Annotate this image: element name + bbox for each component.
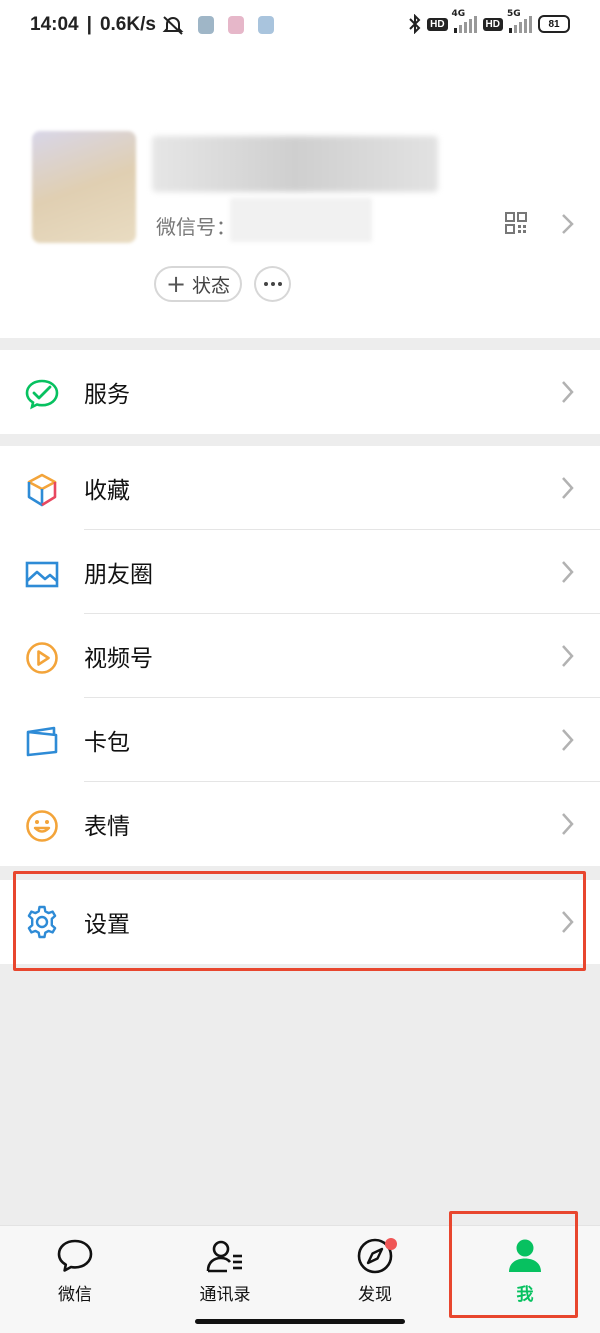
network-speed: 0.6K/s [99, 14, 156, 35]
chevron-right-icon [562, 477, 574, 499]
chat-bubble-icon [57, 1239, 93, 1272]
home-indicator[interactable] [195, 1319, 405, 1324]
chevron-right-icon [562, 214, 574, 234]
channels-play-icon [26, 642, 58, 674]
menu-group-main: 收藏 朋友圈 视频号 卡包 表情 [0, 446, 600, 866]
menu-item-label: 表情 [84, 814, 130, 840]
wechat-id-label: 微信号： [156, 215, 236, 239]
menu-item-label: 服务 [84, 382, 130, 408]
nickname-blurred [152, 136, 438, 192]
menu-item-label: 朋友圈 [84, 562, 153, 588]
tab-label: 发现 [358, 1285, 392, 1305]
app-notification-icon [257, 16, 274, 34]
app-notification-icon [227, 16, 244, 34]
status-time: 14:04 [30, 14, 79, 35]
notification-dot [385, 1238, 397, 1250]
status-bar: 14:04 | 0.6K/s HD 4G HD 5G 81 [0, 0, 600, 56]
tab-label: 微信 [58, 1285, 92, 1305]
more-dots-icon [263, 282, 268, 286]
avatar[interactable] [32, 131, 136, 243]
favorites-cube-icon [27, 473, 57, 507]
chevron-right-icon [562, 561, 574, 583]
contacts-icon [206, 1240, 242, 1273]
menu-item-label: 视频号 [84, 646, 153, 672]
tab-label: 通讯录 [199, 1285, 251, 1305]
wechat-pay-icon [25, 379, 59, 410]
wechat-id-blurred [230, 198, 372, 242]
hd-badge: HD [482, 17, 503, 31]
battery-icon: 81 [538, 15, 570, 33]
qr-code-icon[interactable] [505, 212, 527, 234]
chevron-right-icon [562, 381, 574, 403]
signal-icon: 4G [452, 9, 477, 33]
settings-highlight-box [13, 871, 586, 971]
app-notification-icon [197, 16, 214, 34]
me-tab-highlight-box [449, 1211, 578, 1318]
chevron-right-icon [562, 729, 574, 751]
menu-item-card-wallet[interactable]: 卡包 [0, 698, 600, 782]
hd-badge: HD [427, 17, 448, 31]
card-wallet-icon [26, 726, 58, 757]
bluetooth-icon [409, 14, 421, 34]
plus-icon: + [165, 270, 187, 298]
tab-discover[interactable]: 发现 [315, 1236, 435, 1316]
menu-item-moments[interactable]: 朋友圈 [0, 530, 600, 614]
menu-item-service[interactable]: 服务 [0, 350, 600, 434]
tab-contacts[interactable]: 通讯录 [165, 1236, 285, 1316]
signal-icon: 5G [507, 9, 532, 33]
profile-card[interactable]: 微信号： + 状态 [0, 56, 600, 338]
emoji-smile-icon [26, 810, 58, 842]
add-status-button[interactable]: + 状态 [154, 266, 242, 302]
tab-chats[interactable]: 微信 [15, 1236, 135, 1316]
menu-group-service: 服务 [0, 350, 600, 434]
menu-item-label: 卡包 [84, 730, 130, 756]
more-status-button[interactable] [254, 266, 291, 302]
chevron-right-icon [562, 813, 574, 835]
menu-item-channels[interactable]: 视频号 [0, 614, 600, 698]
chevron-right-icon [562, 645, 574, 667]
moments-picture-icon [25, 561, 59, 588]
status-button-label: 状态 [192, 274, 231, 297]
menu-item-label: 收藏 [84, 478, 130, 504]
mute-bell-icon [162, 16, 184, 35]
menu-item-favorites[interactable]: 收藏 [0, 446, 600, 530]
menu-item-stickers[interactable]: 表情 [0, 782, 600, 866]
